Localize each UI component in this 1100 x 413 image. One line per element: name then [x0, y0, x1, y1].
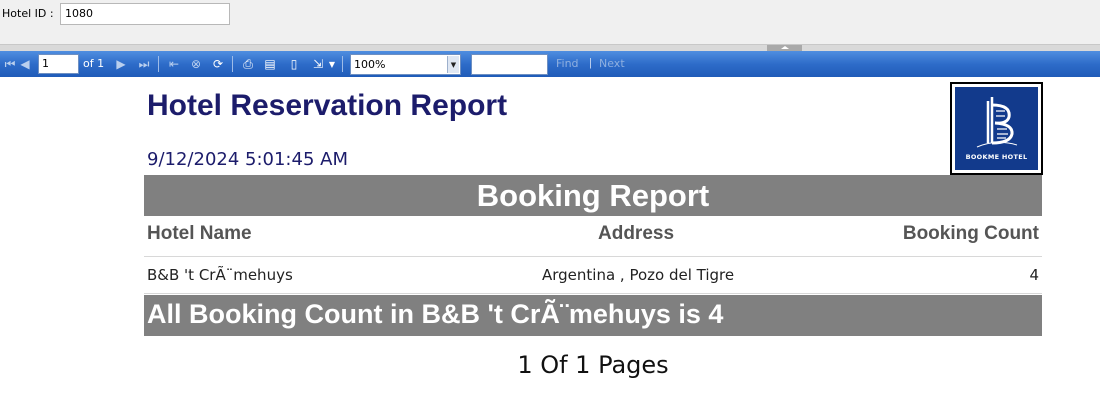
- cell-booking-count: 4: [1029, 266, 1039, 284]
- toolbar-separator: [158, 56, 159, 72]
- export-dropdown-icon[interactable]: ▼: [324, 56, 340, 72]
- back-icon[interactable]: ⇤: [166, 56, 182, 72]
- header-divider: [144, 256, 1042, 257]
- cell-address: Argentina , Pozo del Tigre: [542, 266, 735, 284]
- chevron-down-icon[interactable]: ▼: [447, 56, 459, 73]
- find-separator: |: [589, 57, 592, 69]
- page-number-input[interactable]: 1: [38, 54, 79, 74]
- column-header-booking-count: Booking Count: [902, 223, 1039, 244]
- print-layout-icon[interactable]: ▤: [262, 56, 278, 72]
- parameter-area: Hotel ID : 1080: [0, 0, 1100, 44]
- page-setup-icon[interactable]: ▯: [286, 56, 302, 72]
- toolbar-separator: [342, 56, 343, 72]
- first-page-icon[interactable]: ⏮: [2, 56, 18, 72]
- total-summary-band: All Booking Count in B&B 't CrÃ¨mehuys i…: [144, 295, 1042, 336]
- toolbar-separator: [232, 56, 233, 72]
- column-header-address: Address: [598, 223, 675, 244]
- building-logo-icon: [976, 97, 1018, 148]
- hotel-id-label: Hotel ID :: [2, 7, 54, 20]
- next-page-icon[interactable]: ▶: [113, 56, 129, 72]
- print-icon[interactable]: ⎙: [240, 56, 256, 72]
- row-divider: [144, 293, 1042, 294]
- zoom-select[interactable]: 100% ▼: [350, 54, 461, 75]
- section-title-band: Booking Report: [144, 175, 1042, 216]
- last-page-icon[interactable]: ⏭: [136, 56, 152, 72]
- logo-text: BOOKME HOTEL: [965, 153, 1028, 161]
- cell-hotel-name: B&B 't CrÃ¨mehuys: [147, 266, 293, 284]
- report-date: 9/12/2024 5:01:45 AM: [147, 149, 348, 170]
- refresh-icon[interactable]: ⟳: [210, 56, 226, 72]
- page-count-text: of 1: [83, 57, 105, 70]
- previous-page-icon[interactable]: ◀: [17, 56, 33, 72]
- column-header-hotel-name: Hotel Name: [147, 223, 252, 244]
- logo-background: BOOKME HOTEL: [955, 87, 1038, 170]
- hotel-id-input[interactable]: 1080: [60, 3, 230, 25]
- parameter-splitter[interactable]: [0, 44, 1100, 51]
- stop-icon[interactable]: ⊗: [188, 56, 204, 72]
- find-text-input[interactable]: [471, 54, 548, 75]
- report-title: Hotel Reservation Report: [147, 89, 508, 122]
- find-link[interactable]: Find: [556, 57, 579, 70]
- page-footer: 1 Of 1 Pages: [517, 351, 669, 379]
- find-next-link[interactable]: Next: [599, 57, 625, 70]
- zoom-value: 100%: [354, 58, 386, 71]
- report-toolbar: ⏮ ◀ 1 of 1 ▶ ⏭ ⇤ ⊗ ⟳ ⎙ ▤ ▯ ⇲ ▼ 100% ▼ Fi…: [0, 51, 1100, 77]
- hotel-logo: BOOKME HOTEL: [950, 82, 1043, 175]
